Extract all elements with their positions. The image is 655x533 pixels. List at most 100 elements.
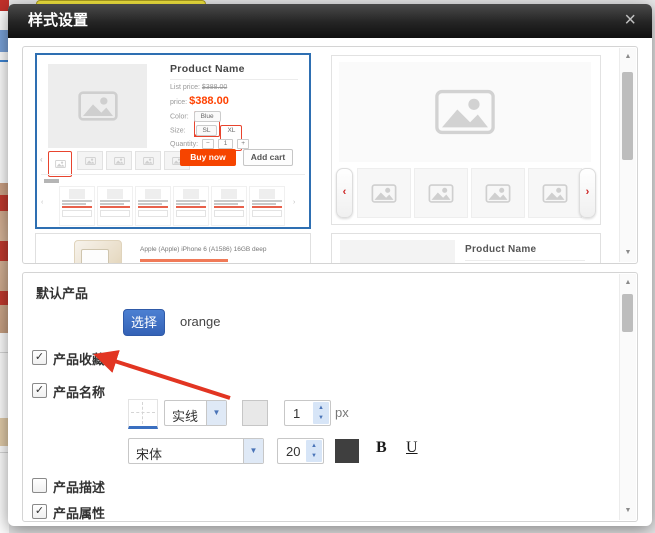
- size-label: Size:: [170, 127, 186, 134]
- list-price-value: $388.00: [202, 84, 227, 91]
- border-style-select[interactable]: 实线 ▼: [164, 400, 227, 426]
- underline-button[interactable]: U: [406, 439, 418, 457]
- image-placeholder: [48, 64, 147, 148]
- quantity-label: Quantity:: [170, 141, 198, 148]
- style-settings-form: 默认产品 选择 orange ✓ 产品收藏 ✓ 产品名称 实线 ▼ 1 ▲: [22, 272, 638, 522]
- chevron-down-icon: ▼: [206, 401, 226, 425]
- spinner-up-icon[interactable]: ▲: [313, 403, 329, 413]
- spinner-down-icon[interactable]: ▼: [313, 413, 329, 423]
- border-style-value: 实线: [172, 406, 198, 425]
- font-family-select[interactable]: 宋体 ▼: [128, 438, 264, 464]
- selected-product-value: orange: [180, 314, 220, 329]
- stepper-arrows[interactable]: ▲ ▼: [313, 402, 329, 424]
- buy-now-button[interactable]: Buy now: [180, 149, 236, 166]
- gallery-prev-button[interactable]: ‹: [336, 168, 353, 218]
- list-price-label: List price:: [170, 84, 200, 91]
- border-color-swatch[interactable]: [242, 400, 268, 426]
- font-color-swatch[interactable]: [335, 439, 359, 463]
- color-option-blue[interactable]: Blue: [194, 111, 221, 122]
- scroll-up-icon[interactable]: ▲: [620, 276, 636, 290]
- template-thumbnail-iphone[interactable]: Apple (Apple) iPhone 6 (A1586) 16GB deep: [35, 233, 311, 264]
- scrollbar-thumb[interactable]: [622, 72, 633, 160]
- annotation-arrow: [23, 273, 635, 519]
- carousel-thumb[interactable]: [77, 151, 103, 170]
- select-product-button[interactable]: 选择: [123, 309, 165, 336]
- image-placeholder-icon: [78, 91, 118, 121]
- style-settings-dialog: 样式设置 × Product Name List price: $388.00 …: [8, 4, 652, 526]
- quantity-plus-button[interactable]: +: [237, 139, 249, 149]
- quantity-minus-button[interactable]: −: [202, 139, 214, 149]
- divider: [41, 174, 305, 175]
- add-cart-button[interactable]: Add cart: [243, 149, 293, 166]
- settings-scrollbar[interactable]: ▲ ▼: [619, 274, 636, 520]
- related-product-card: [173, 186, 209, 226]
- gallery-next-button[interactable]: ›: [579, 168, 596, 218]
- page-background: 样式设置 × Product Name List price: $388.00 …: [0, 0, 655, 533]
- bold-button[interactable]: B: [376, 439, 387, 457]
- preview-quantity-row: Quantity: − 1 +: [170, 139, 249, 149]
- related-products-heading-placeholder: [44, 179, 59, 183]
- gallery-thumb[interactable]: [471, 168, 525, 218]
- product-attributes-label: 产品属性: [53, 503, 105, 522]
- related-prev-icon[interactable]: ‹: [41, 199, 43, 206]
- size-option-sl[interactable]: SL: [196, 125, 218, 136]
- template-thumbnail-gallery[interactable]: ‹ ›: [331, 55, 601, 225]
- image-placeholder: [339, 62, 591, 162]
- product-favorite-checkbox[interactable]: ✓: [32, 350, 47, 365]
- color-label: Color:: [170, 113, 189, 120]
- price-text-placeholder: [140, 259, 228, 262]
- product-description-checkbox[interactable]: [32, 478, 47, 493]
- price-value: $388.00: [189, 95, 229, 107]
- dialog-header: 样式设置 ×: [8, 4, 652, 38]
- related-product-card: [135, 186, 171, 226]
- preview-color-row: Color: Red Blue: [170, 111, 221, 122]
- font-family-value: 宋体: [136, 444, 162, 463]
- preview-product-name: Product Name: [170, 63, 298, 80]
- border-width-value: 1: [293, 406, 300, 421]
- close-icon[interactable]: ×: [624, 4, 636, 36]
- preview-product-name: Product Name: [465, 244, 585, 261]
- preview-size-row: Size: SL XL: [170, 125, 217, 136]
- related-product-card: [211, 186, 247, 226]
- gallery-thumb[interactable]: [357, 168, 411, 218]
- image-placeholder: [340, 240, 455, 264]
- related-product-card: [97, 186, 133, 226]
- related-product-card: [59, 186, 95, 226]
- spinner-up-icon[interactable]: ▲: [306, 441, 322, 451]
- spinner-down-icon[interactable]: ▼: [306, 451, 322, 461]
- product-attributes-checkbox[interactable]: ✓: [32, 504, 47, 519]
- preview-list-price: List price: $388.00: [170, 84, 227, 91]
- carousel-prev-icon[interactable]: ‹: [40, 155, 43, 164]
- gallery-thumb[interactable]: [414, 168, 468, 218]
- gallery-thumb[interactable]: [528, 168, 582, 218]
- template-preview-panel: Product Name List price: $388.00 price: …: [22, 46, 638, 264]
- font-size-value: 20: [286, 444, 300, 459]
- carousel-thumb[interactable]: [135, 151, 161, 170]
- stepper-arrows[interactable]: ▲ ▼: [306, 440, 322, 462]
- template-thumbnail-detail[interactable]: Product Name List price: $388.00 price: …: [35, 53, 311, 229]
- carousel-prev-icon: ‹: [343, 186, 347, 198]
- related-product-card: [249, 186, 285, 226]
- preview-scrollbar[interactable]: ▲ ▼: [619, 48, 636, 262]
- border-width-stepper[interactable]: 1 ▲ ▼: [284, 400, 331, 426]
- scroll-down-icon[interactable]: ▼: [620, 246, 636, 260]
- scroll-up-icon[interactable]: ▲: [620, 50, 636, 64]
- scroll-down-icon[interactable]: ▼: [620, 504, 636, 518]
- carousel-next-icon: ›: [586, 186, 590, 198]
- template-thumbnail-list[interactable]: Product Name List price: $388.00: [331, 233, 601, 264]
- product-name-checkbox[interactable]: ✓: [32, 383, 47, 398]
- scrollbar-thumb[interactable]: [622, 294, 633, 332]
- chevron-down-icon: ▼: [243, 439, 263, 463]
- border-position-picker[interactable]: [128, 399, 158, 429]
- border-width-unit: px: [335, 405, 349, 420]
- product-favorite-label: 产品收藏: [53, 349, 105, 368]
- product-name-label: 产品名称: [53, 382, 105, 401]
- related-next-icon[interactable]: ›: [293, 199, 295, 206]
- iphone-title: Apple (Apple) iPhone 6 (A1586) 16GB deep: [140, 246, 300, 253]
- quantity-value: 1: [218, 139, 234, 149]
- preview-price: price: $388.00: [170, 95, 229, 107]
- font-size-stepper[interactable]: 20 ▲ ▼: [277, 438, 324, 464]
- product-photo: [74, 240, 122, 264]
- product-description-label: 产品描述: [53, 477, 105, 496]
- carousel-thumb[interactable]: [106, 151, 132, 170]
